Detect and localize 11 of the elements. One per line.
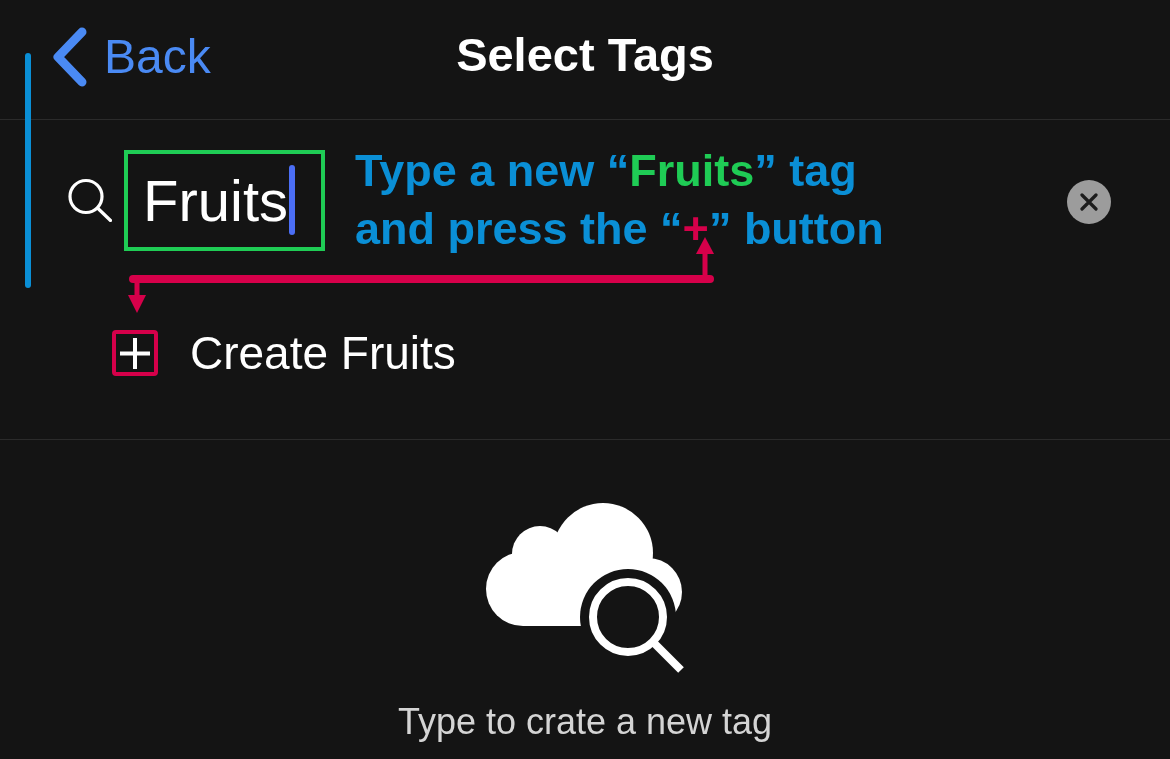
screen-title: Select Tags (456, 27, 714, 82)
empty-state-text: Type to crate a new tag (397, 702, 773, 742)
clear-button[interactable] (1067, 180, 1111, 224)
close-icon (1080, 193, 1098, 211)
create-tag-button[interactable]: Create Fruits (112, 330, 456, 376)
search-icon (67, 178, 112, 222)
back-button[interactable]: Back (52, 26, 211, 87)
instruction-text: Type a new “Fruits” tag and press the “+” button (355, 144, 884, 256)
chevron-left-icon (52, 26, 88, 87)
search-field[interactable]: Fruits (124, 149, 325, 251)
cloud-search-icon (485, 502, 685, 674)
